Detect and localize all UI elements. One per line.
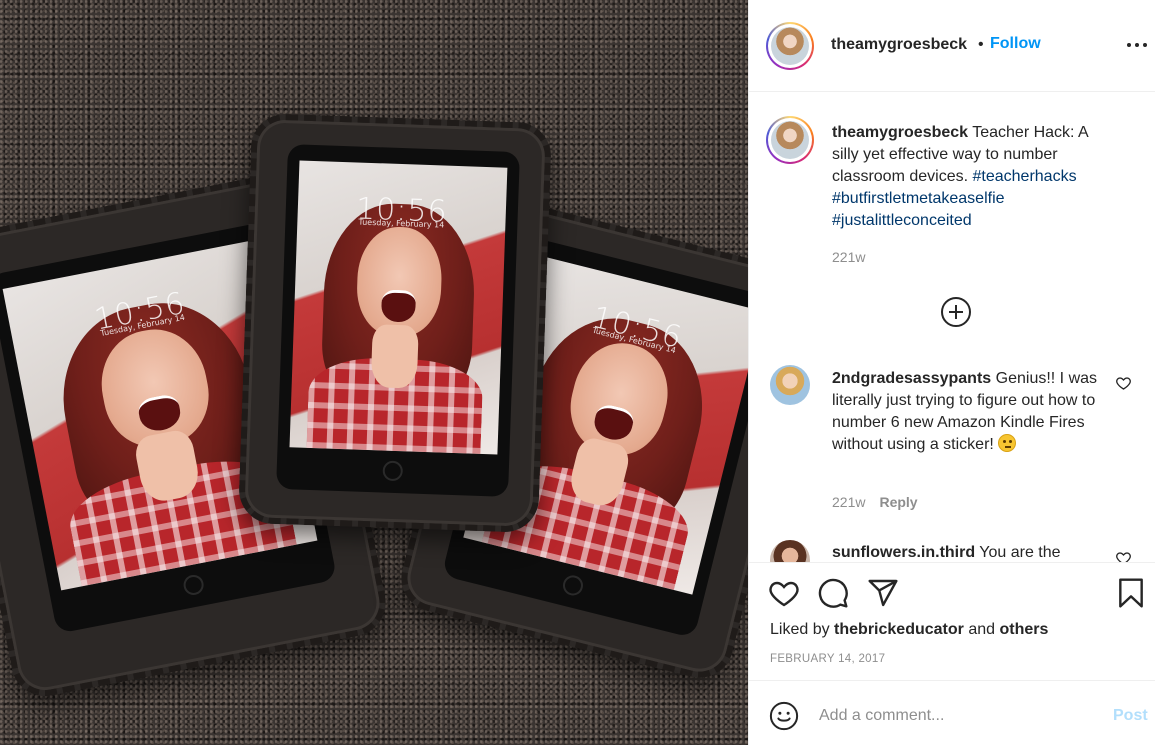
selfie-mouth xyxy=(381,289,416,323)
comment-text: sunflowers.in.third You are the xyxy=(832,542,1112,562)
home-button xyxy=(560,573,586,598)
like-comment-heart-icon[interactable] xyxy=(1115,550,1132,562)
commenter-avatar[interactable] xyxy=(770,365,810,405)
caption-username[interactable]: theamygroesbeck xyxy=(832,124,968,141)
post-header: theamygroesbeck • Follow xyxy=(749,0,1155,92)
avatar-photo xyxy=(771,27,809,65)
author-username[interactable]: theamygroesbeck xyxy=(831,36,967,54)
likes-summary: Liked by thebrickeducator and others xyxy=(770,621,1048,639)
post-side-panel: theamygroesbeck • Follow theamygroesbeck… xyxy=(748,0,1155,745)
comments-list[interactable]: theamygroesbeck Teacher Hack: A silly ye… xyxy=(749,92,1155,562)
like-comment-heart-icon[interactable] xyxy=(1115,375,1132,391)
post-comment-button[interactable]: Post xyxy=(1113,707,1148,725)
comment-meta: 221w Reply xyxy=(832,494,918,510)
reply-button[interactable]: Reply xyxy=(879,494,917,510)
avatar-photo xyxy=(771,121,809,159)
home-button xyxy=(181,573,205,597)
caption-age[interactable]: 221w xyxy=(832,249,865,265)
home-button xyxy=(382,460,404,482)
comment-body: You are the xyxy=(979,544,1061,561)
post-actions: Liked by thebrickeducator and others FEB… xyxy=(749,562,1155,680)
post-date[interactable]: FEBRUARY 14, 2017 xyxy=(770,653,885,665)
selfie-hand xyxy=(370,323,419,389)
separator-dot: • xyxy=(978,36,984,53)
caption-avatar[interactable] xyxy=(766,116,814,164)
comment-input[interactable] xyxy=(819,705,1089,727)
comment-username[interactable]: sunflowers.in.third xyxy=(832,544,975,561)
bookmark-icon[interactable] xyxy=(1115,577,1147,609)
smirking-face-emoji xyxy=(998,434,1017,452)
comment-username[interactable]: 2ndgradesassypants xyxy=(832,370,991,387)
liked-and: and xyxy=(968,621,996,638)
hashtag-link[interactable]: #justalittleconceited xyxy=(832,212,972,229)
liked-others-link[interactable]: others xyxy=(999,621,1048,638)
add-comment-bar: Post xyxy=(749,680,1155,745)
tablet-middle: 10:56 Tuesday, February 14 xyxy=(276,144,520,497)
share-icon[interactable] xyxy=(867,577,899,609)
plus-circle-icon[interactable] xyxy=(941,297,971,327)
author-avatar[interactable] xyxy=(766,22,814,70)
follow-button[interactable]: Follow xyxy=(990,35,1041,53)
post-photo[interactable]: 10:56 Tuesday, February 14 10:56 Tuesday… xyxy=(0,0,748,745)
emoji-smile-icon[interactable] xyxy=(769,701,799,731)
heart-icon[interactable] xyxy=(768,577,800,609)
comment-icon[interactable] xyxy=(817,577,849,609)
tablet-screen: 10:56 Tuesday, February 14 xyxy=(289,160,508,455)
hashtag-link[interactable]: #teacherhacks xyxy=(973,168,1077,185)
comment-text: 2ndgradesassypants Genius!! I was litera… xyxy=(832,368,1112,456)
instagram-post: 10:56 Tuesday, February 14 10:56 Tuesday… xyxy=(0,0,1155,745)
commenter-avatar[interactable] xyxy=(770,540,810,562)
hashtag-link[interactable]: #butfirstletmetakeaselfie xyxy=(832,190,1005,207)
more-options-icon[interactable] xyxy=(1127,40,1147,50)
comment-age[interactable]: 221w xyxy=(832,494,865,510)
liked-user-link[interactable]: thebrickeducator xyxy=(834,621,964,638)
caption-text: theamygroesbeck Teacher Hack: A silly ye… xyxy=(832,122,1112,232)
liked-prefix: Liked by xyxy=(770,621,830,638)
